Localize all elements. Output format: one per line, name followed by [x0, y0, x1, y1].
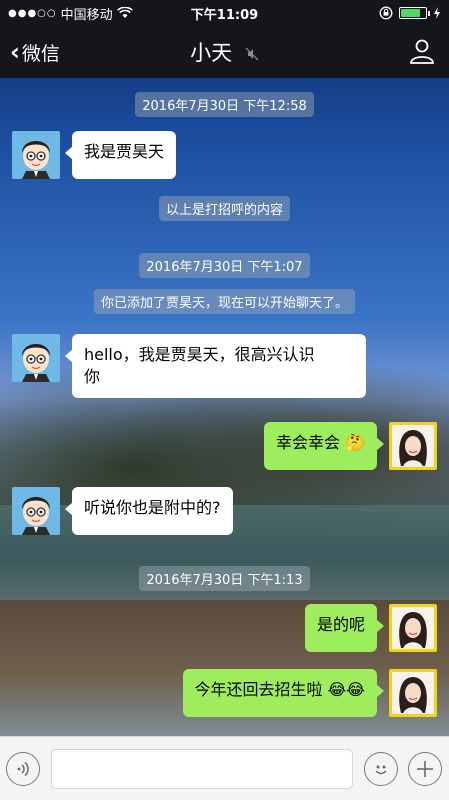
avatar[interactable] [389, 422, 437, 470]
thinking-emoji-icon: 🤔 [345, 433, 365, 452]
message-bubble[interactable]: hello，我是贾昊天，很高兴认识 你 [65, 334, 366, 398]
chat-title-text: 小天 [190, 41, 233, 65]
input-bar [0, 736, 449, 800]
system-message: 以上是打招呼的内容 [0, 196, 449, 221]
message-bubble[interactable]: 听说你也是附中的? [65, 487, 233, 535]
message-sent: 是的呢 [304, 604, 437, 652]
voice-icon [17, 761, 29, 777]
avatar[interactable] [12, 334, 60, 382]
voice-button[interactable] [6, 752, 40, 786]
timestamp: 2016年7月30日 下午1:07 [0, 253, 449, 278]
message-sent: 今年还回去招生啦 😂😂 [182, 669, 437, 717]
emoji-button[interactable] [364, 752, 398, 786]
tears-of-joy-emoji-icon: 😂😂 [327, 680, 365, 699]
chat-title: 小天 [0, 37, 449, 67]
message-received: hello，我是贾昊天，很高兴认识 你 [12, 334, 366, 398]
message-bubble[interactable]: 我是贾昊天 [64, 131, 177, 179]
system-message: 你已添加了贾昊天，现在可以开始聊天了。 [0, 289, 449, 314]
message-input[interactable] [51, 749, 353, 789]
timestamp: 2016年7月30日 下午1:13 [0, 566, 449, 591]
mute-icon [245, 47, 259, 61]
message-bubble[interactable]: 今年还回去招生啦 😂😂 [182, 669, 384, 717]
message-bubble[interactable]: 是的呢 [304, 604, 385, 652]
chat-area[interactable]: 2016年7月30日 下午12:58 我是贾昊天 以上是打招呼的内容 2016年… [0, 78, 449, 736]
message-line: 你 [84, 367, 101, 386]
avatar[interactable] [12, 131, 60, 179]
message-bubble[interactable]: 幸会幸会 🤔 [263, 422, 385, 470]
avatar[interactable] [389, 669, 437, 717]
message-line: hello，我是贾昊天，很高兴认识 [84, 345, 315, 364]
timestamp: 2016年7月30日 下午12:58 [0, 92, 449, 117]
avatar[interactable] [12, 487, 60, 535]
battery-icon [399, 7, 430, 19]
status-bar: ●●●○○ 中国移动 下午11:09 [0, 0, 449, 26]
status-time: 下午11:09 [190, 7, 259, 23]
nav-bar: ‹ 微信 小天 [0, 26, 449, 78]
message-received: 我是贾昊天 [12, 131, 177, 179]
avatar[interactable] [389, 604, 437, 652]
more-button[interactable] [408, 752, 442, 786]
contact-info-icon[interactable] [409, 38, 435, 64]
emoji-icon [375, 765, 387, 775]
message-sent: 幸会幸会 🤔 [263, 422, 437, 470]
plus-icon [417, 761, 433, 777]
message-received: 听说你也是附中的? [12, 487, 233, 535]
